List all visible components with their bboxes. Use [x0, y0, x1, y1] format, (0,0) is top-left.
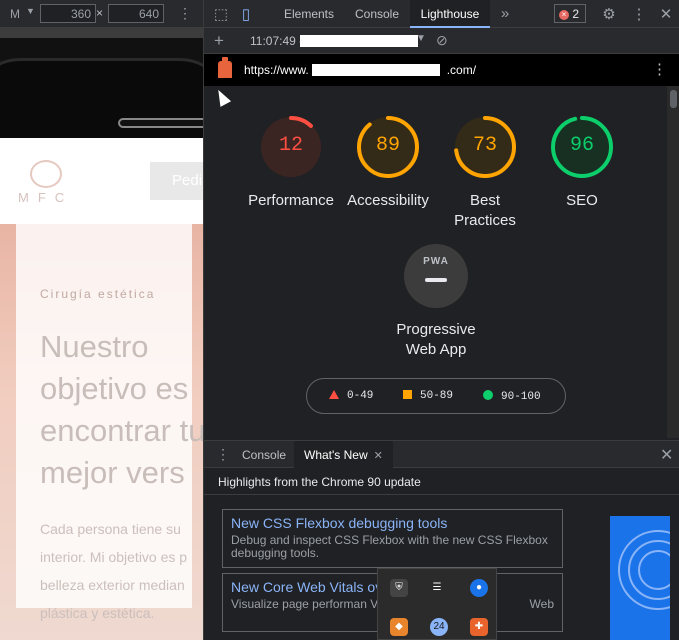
phone-frame	[0, 38, 203, 168]
shield-icon[interactable]: ⛨	[390, 579, 408, 597]
gauge-label: Best Practices	[454, 192, 516, 229]
gauge-pwa[interactable]: PWA Progressive Web App	[386, 244, 486, 360]
legend-item: 50-89	[403, 390, 453, 402]
website-preview: MFC Pedi Cirugía estética Nuestro objeti…	[0, 138, 203, 640]
gauge-performance[interactable]: 12 Performance	[241, 114, 341, 211]
gauge-seo[interactable]: 96 SEO	[532, 114, 632, 211]
close-tab-icon[interactable]: ✕	[374, 450, 383, 462]
illustration-ring	[638, 550, 670, 590]
error-count-badge[interactable]: × 2	[554, 4, 586, 23]
devtools-panel: ⬚ ▯ Elements Console Lighthouse » × 2 ⚙ …	[203, 0, 679, 640]
legend-item: 0-49	[329, 390, 373, 402]
site-logo-icon[interactable]	[30, 160, 62, 188]
device-toolbar: M ▼ 360 × 640 ⋮	[0, 0, 203, 28]
error-count: 2	[572, 7, 580, 21]
puzzle-icon[interactable]: ✚	[470, 618, 488, 636]
close-icon[interactable]: ✕	[657, 5, 675, 23]
kebab-menu-icon[interactable]: ⋮	[216, 446, 230, 463]
devtools-tabbar: ⬚ ▯ Elements Console Lighthouse » × 2 ⚙ …	[204, 0, 679, 28]
drawer-tabbar: ⋮ Console What's New ✕ ✕	[204, 440, 679, 468]
device-toggle-icon[interactable]: ▯	[237, 5, 255, 23]
score-value: 73	[472, 134, 497, 157]
more-options-icon[interactable]: ⋮	[178, 5, 192, 22]
system-tray-popup: ⛨ ☰ ● ◆ 24 ✚	[377, 568, 497, 640]
chevron-down-icon[interactable]: ▼	[416, 33, 426, 44]
score-legend: 0-49 50-89 90-100	[306, 378, 566, 414]
screen-icon[interactable]: ☰	[428, 579, 446, 597]
device-select[interactable]: M	[10, 7, 20, 21]
hero-body-text: Cada persona tiene su interior. Mi objet…	[40, 521, 188, 621]
hero-eyebrow: Cirugía estética	[40, 287, 156, 301]
card-description: Debug and inspect CSS Flexbox with the n…	[231, 533, 548, 560]
whats-new-illustration	[610, 516, 670, 640]
drawer-tab-console[interactable]: Console	[232, 441, 296, 468]
clock-24-icon[interactable]: 24	[430, 618, 448, 636]
site-logo-text: MFC	[18, 190, 74, 205]
height-input[interactable]: 640	[108, 4, 164, 23]
circle-icon	[483, 390, 493, 400]
app-icon[interactable]: ◆	[390, 618, 408, 636]
square-icon	[403, 390, 412, 399]
tab-elements[interactable]: Elements	[274, 0, 344, 28]
tab-lighthouse[interactable]: Lighthouse	[410, 0, 490, 28]
scrollbar-thumb[interactable]	[670, 90, 677, 108]
redacted-url-block	[312, 64, 440, 76]
gauge-best-practices[interactable]: 73 Best Practices	[435, 114, 535, 231]
gear-icon[interactable]: ⚙	[600, 5, 618, 23]
pwa-badge: PWA	[404, 244, 468, 308]
chrome-icon[interactable]: ●	[470, 579, 488, 597]
card-title[interactable]: New CSS Flexbox debugging tools	[231, 514, 554, 532]
divider	[204, 494, 679, 495]
inspect-element-icon[interactable]: ⬚	[212, 5, 230, 23]
gauge-label: Performance	[248, 192, 334, 209]
score-value: 96	[569, 134, 594, 157]
report-url-bar: https://www. .com/ ⋮	[204, 54, 679, 86]
kebab-menu-icon[interactable]: ⋮	[630, 5, 648, 23]
lighthouse-report: 12 Performance 89 Accessibility 73 Best …	[204, 86, 666, 438]
close-drawer-icon[interactable]: ✕	[660, 445, 673, 465]
new-report-icon[interactable]: +	[214, 31, 224, 51]
pwa-dash-icon	[425, 278, 447, 282]
report-scrollbar[interactable]	[667, 86, 679, 438]
chevron-down-icon[interactable]: ▼	[26, 6, 35, 16]
legend-item: 90-100	[483, 390, 541, 403]
gauge-label: SEO	[566, 192, 598, 209]
gauge-label: Progressive Web App	[396, 321, 476, 358]
width-input[interactable]: 360	[40, 4, 96, 23]
lighthouse-logo-icon	[218, 57, 232, 78]
score-value: 12	[278, 134, 303, 157]
appointment-button[interactable]: Pedi	[150, 162, 203, 200]
kebab-menu-icon[interactable]: ⋮	[652, 60, 667, 78]
hero-heading: Nuestro objetivo es encontrar tu mejor v…	[40, 329, 203, 490]
triangle-icon	[329, 390, 339, 399]
dimension-separator: ×	[96, 6, 104, 20]
gauge-accessibility[interactable]: 89 Accessibility	[338, 114, 438, 211]
clear-icon[interactable]: ⊘	[436, 32, 448, 49]
error-icon: ×	[559, 9, 569, 20]
tab-console[interactable]: Console	[344, 0, 410, 28]
drawer-tab-whats-new[interactable]: What's New ✕	[294, 441, 393, 468]
more-tabs-icon[interactable]: »	[496, 5, 514, 22]
gauge-label: Accessibility	[347, 192, 429, 209]
report-selector[interactable]: 11:07:49 -	[250, 34, 303, 48]
device-emulation-pane: M ▼ 360 × 640 ⋮ MFC Pedi Cirugía estétic…	[0, 0, 203, 640]
pwa-badge-text: PWA	[423, 256, 449, 267]
lighthouse-toolbar: + 11:07:49 - ▼ ⊘	[204, 28, 679, 54]
score-value: 89	[375, 134, 400, 157]
whats-new-card[interactable]: New CSS Flexbox debugging tools Debug an…	[222, 509, 563, 568]
highlights-title: Highlights from the Chrome 90 update	[218, 475, 421, 489]
phone-speaker	[118, 118, 203, 128]
redacted-url-block	[300, 35, 418, 47]
